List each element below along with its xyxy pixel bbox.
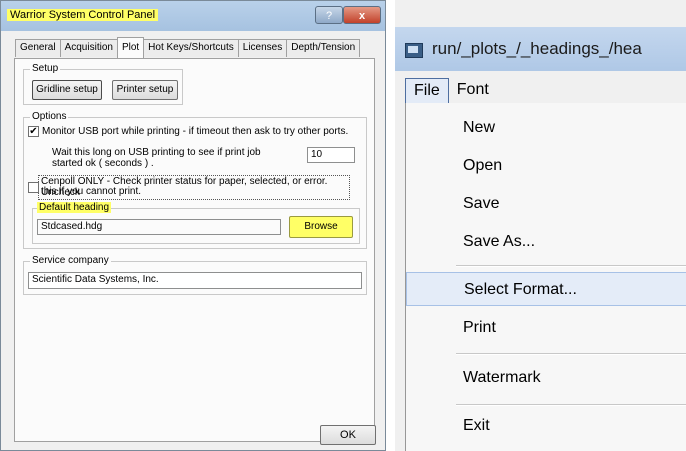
help-button[interactable]: ?: [315, 6, 343, 24]
monitor-usb-checkbox[interactable]: ✔: [28, 126, 39, 137]
menu-item-watermark[interactable]: Watermark: [406, 361, 686, 395]
close-button[interactable]: x: [343, 6, 381, 24]
tab-general[interactable]: General: [15, 39, 61, 57]
gridline-setup-button[interactable]: Gridline setup: [32, 80, 102, 100]
wait-usb-label-line1: Wait this long on USB printing to see if…: [52, 147, 261, 158]
cenpoll-label-line2: this if you cannot print.: [41, 186, 142, 197]
default-heading-input[interactable]: Stdcased.hdg: [37, 219, 281, 235]
service-company-input[interactable]: Scientific Data Systems, Inc.: [28, 272, 362, 289]
options-group-label: Options: [30, 111, 69, 122]
tab-strip: General Acquisition Plot Hot Keys/Shortc…: [15, 37, 361, 59]
wait-seconds-input[interactable]: 10: [307, 147, 355, 163]
menu-item-exit[interactable]: Exit: [406, 409, 686, 443]
tab-hot-keys[interactable]: Hot Keys/Shortcuts: [143, 39, 239, 57]
tab-licenses[interactable]: Licenses: [237, 39, 288, 57]
options-group: Options ✔ Monitor USB port while printin…: [23, 111, 367, 249]
cenpoll-checkbox[interactable]: [28, 182, 39, 193]
wait-usb-label-line2: started ok ( seconds ) .: [52, 158, 154, 169]
menu-separator: [456, 265, 686, 267]
tab-acquisition[interactable]: Acquisition: [59, 39, 118, 57]
menu-separator: [456, 404, 686, 406]
ok-button[interactable]: OK: [320, 425, 376, 445]
plot-editor-window: run/_plots_/_headings_/hea File Font New…: [395, 0, 686, 451]
menu-file[interactable]: File: [405, 78, 449, 104]
setup-group-label: Setup: [30, 63, 61, 74]
dialog-title: Warrior System Control Panel: [7, 9, 159, 21]
menu-item-new[interactable]: New: [406, 111, 686, 145]
monitor-usb-label: Monitor USB port while printing - if tim…: [42, 126, 349, 137]
tab-depth-tension[interactable]: Depth/Tension: [286, 39, 361, 57]
menu-font[interactable]: Font: [449, 78, 497, 104]
file-menu-dropdown: New Open Save Save As... Select Format..…: [405, 103, 686, 451]
service-company-label: Service company: [30, 255, 111, 266]
service-company-group: Service company Scientific Data Systems,…: [23, 255, 367, 295]
control-panel-dialog: Warrior System Control Panel ? x General…: [0, 0, 386, 451]
menubar: File Font: [405, 78, 497, 104]
menu-item-save-as[interactable]: Save As...: [406, 225, 686, 259]
browse-button[interactable]: Browse: [289, 216, 353, 238]
dialog-titlebar[interactable]: Warrior System Control Panel ? x: [1, 1, 385, 31]
tab-plot[interactable]: Plot: [116, 37, 145, 58]
menu-item-select-format[interactable]: Select Format...: [406, 272, 686, 306]
setup-group: Setup Gridline setup Printer setup: [23, 63, 183, 105]
menu-separator: [456, 353, 686, 355]
window-title: run/_plots_/_headings_/hea: [432, 39, 642, 58]
menu-item-save[interactable]: Save: [406, 187, 686, 221]
app-icon: [405, 43, 423, 58]
menu-item-open[interactable]: Open: [406, 149, 686, 183]
menu-item-print[interactable]: Print: [406, 311, 686, 345]
printer-setup-button[interactable]: Printer setup: [112, 80, 178, 100]
plot-tab-panel: Setup Gridline setup Printer setup Optio…: [14, 58, 375, 442]
window-titlebar[interactable]: run/_plots_/_headings_/hea: [395, 27, 686, 71]
default-heading-group: Default heading Stdcased.hdg Browse: [32, 202, 360, 244]
default-heading-label: Default heading: [37, 202, 112, 213]
